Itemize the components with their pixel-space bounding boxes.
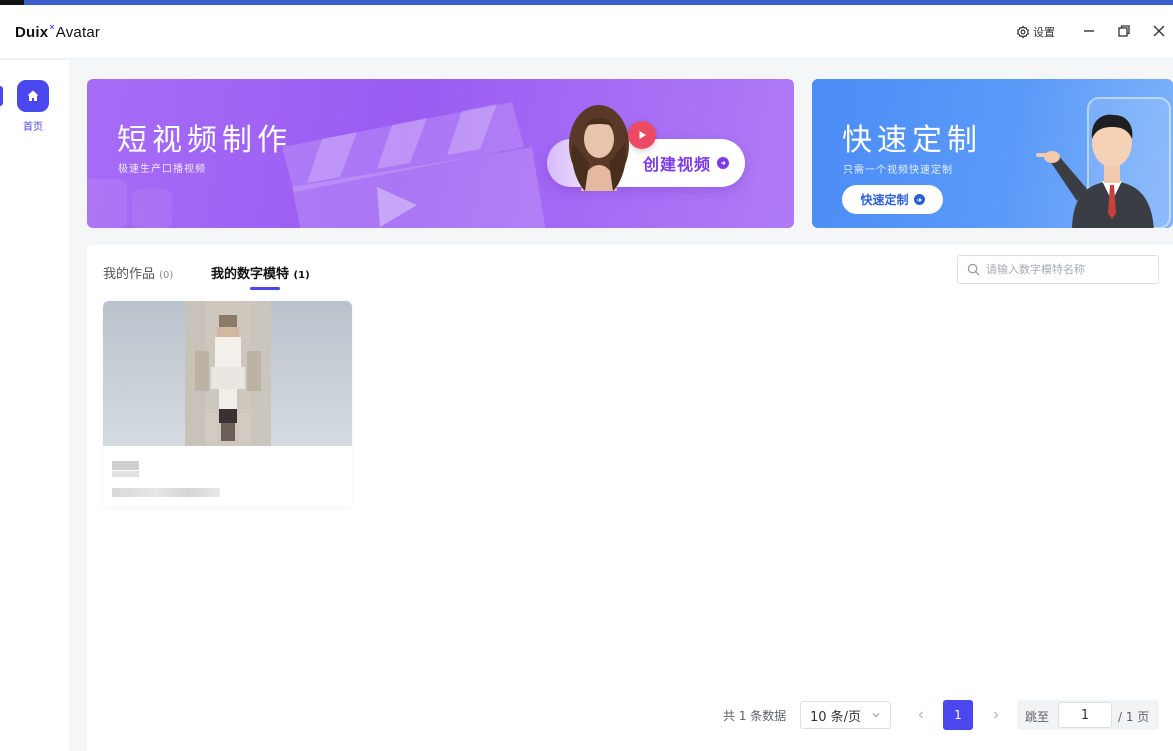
digital-model-card[interactable] — [103, 301, 352, 507]
short-video-title: 短视频制作 — [117, 123, 292, 158]
home-icon — [27, 90, 39, 101]
content-panel: 我的作品 (0) 我的数字模特 (1) — [87, 245, 1173, 751]
page-jumper: 跳至 / 1 页 — [1017, 700, 1159, 730]
sidebar: 首页 — [0, 60, 69, 751]
page-size-select[interactable]: 10 条/页 — [800, 701, 891, 729]
settings-button[interactable]: 设置 — [1016, 24, 1055, 40]
sidebar-item-home[interactable] — [17, 80, 49, 112]
quick-custom-subtitle: 只需一个视频快速定制 — [843, 165, 953, 176]
create-video-label: 创建视频 — [642, 155, 711, 174]
title-bar: Duix×Avatar 设置 — [0, 5, 1173, 59]
quick-custom-button[interactable]: 快速定制 — [842, 185, 943, 214]
model-thumbnail — [103, 301, 352, 446]
model-name-redacted — [112, 461, 139, 470]
decorative-squares — [87, 179, 172, 228]
short-video-subtitle: 极速生产口播视频 — [118, 164, 206, 175]
app-logo: Duix×Avatar — [15, 22, 101, 41]
jump-label: 跳至 — [1025, 710, 1050, 724]
active-tab-indicator — [250, 287, 280, 290]
restore-icon — [1118, 25, 1130, 37]
play-icon — [628, 121, 656, 149]
settings-label: 设置 — [1033, 26, 1055, 39]
arrow-right-icon — [717, 157, 729, 169]
sidebar-item-label: 首页 — [23, 122, 43, 133]
tab-my-digital-models[interactable]: 我的数字模特 (1) — [211, 263, 310, 282]
chevron-right-icon — [994, 711, 999, 719]
sidebar-active-marker — [0, 86, 3, 106]
next-page-button[interactable] — [989, 707, 1003, 723]
close-button[interactable] — [1150, 22, 1168, 40]
clapperboard-decoration — [282, 102, 546, 228]
total-pages-label: / 1 页 — [1118, 710, 1150, 724]
avatar-woman-image — [569, 105, 629, 191]
close-icon — [1153, 25, 1165, 37]
quick-custom-banner[interactable]: 快速定制 只需一个视频快速定制 快速定制 — [812, 79, 1173, 228]
pagination-total: 共 1 条数据 — [723, 708, 787, 723]
page-number-current[interactable]: 1 — [943, 700, 973, 730]
search-icon — [967, 263, 980, 276]
restore-button[interactable] — [1115, 22, 1133, 40]
chevron-left-icon — [918, 711, 923, 719]
tab-my-works-count: (0) — [159, 270, 174, 281]
jump-page-input[interactable] — [1058, 702, 1112, 728]
minimize-icon — [1084, 30, 1094, 32]
tab-my-digital-models-label: 我的数字模特 — [211, 267, 290, 282]
tab-my-works[interactable]: 我的作品 (0) — [103, 263, 173, 282]
model-meta-redacted — [112, 488, 220, 497]
short-video-banner[interactable]: 短视频制作 极速生产口播视频 创建视频 — [87, 79, 794, 228]
previous-page-button[interactable] — [914, 707, 928, 723]
model-search-box[interactable] — [957, 255, 1159, 284]
page-size-value: 10 条/页 — [810, 709, 862, 725]
minimize-button[interactable] — [1080, 22, 1098, 40]
arrow-right-icon — [913, 194, 925, 205]
tab-my-digital-models-count: (1) — [293, 270, 310, 281]
tab-my-works-label: 我的作品 — [103, 267, 156, 282]
model-search-input[interactable] — [986, 263, 1146, 276]
pixelated-model-preview — [185, 301, 271, 446]
avatar-man-image — [1036, 114, 1154, 228]
quick-custom-button-label: 快速定制 — [860, 193, 909, 207]
app-window: Duix×Avatar 设置 首页 短视频制作 极速生产口播视频 创建视频 快速… — [0, 0, 1173, 751]
model-name-redacted-shadow — [112, 471, 139, 477]
gear-icon — [1016, 25, 1030, 39]
quick-custom-title: 快速定制 — [842, 123, 982, 158]
chevron-down-icon — [872, 713, 880, 718]
